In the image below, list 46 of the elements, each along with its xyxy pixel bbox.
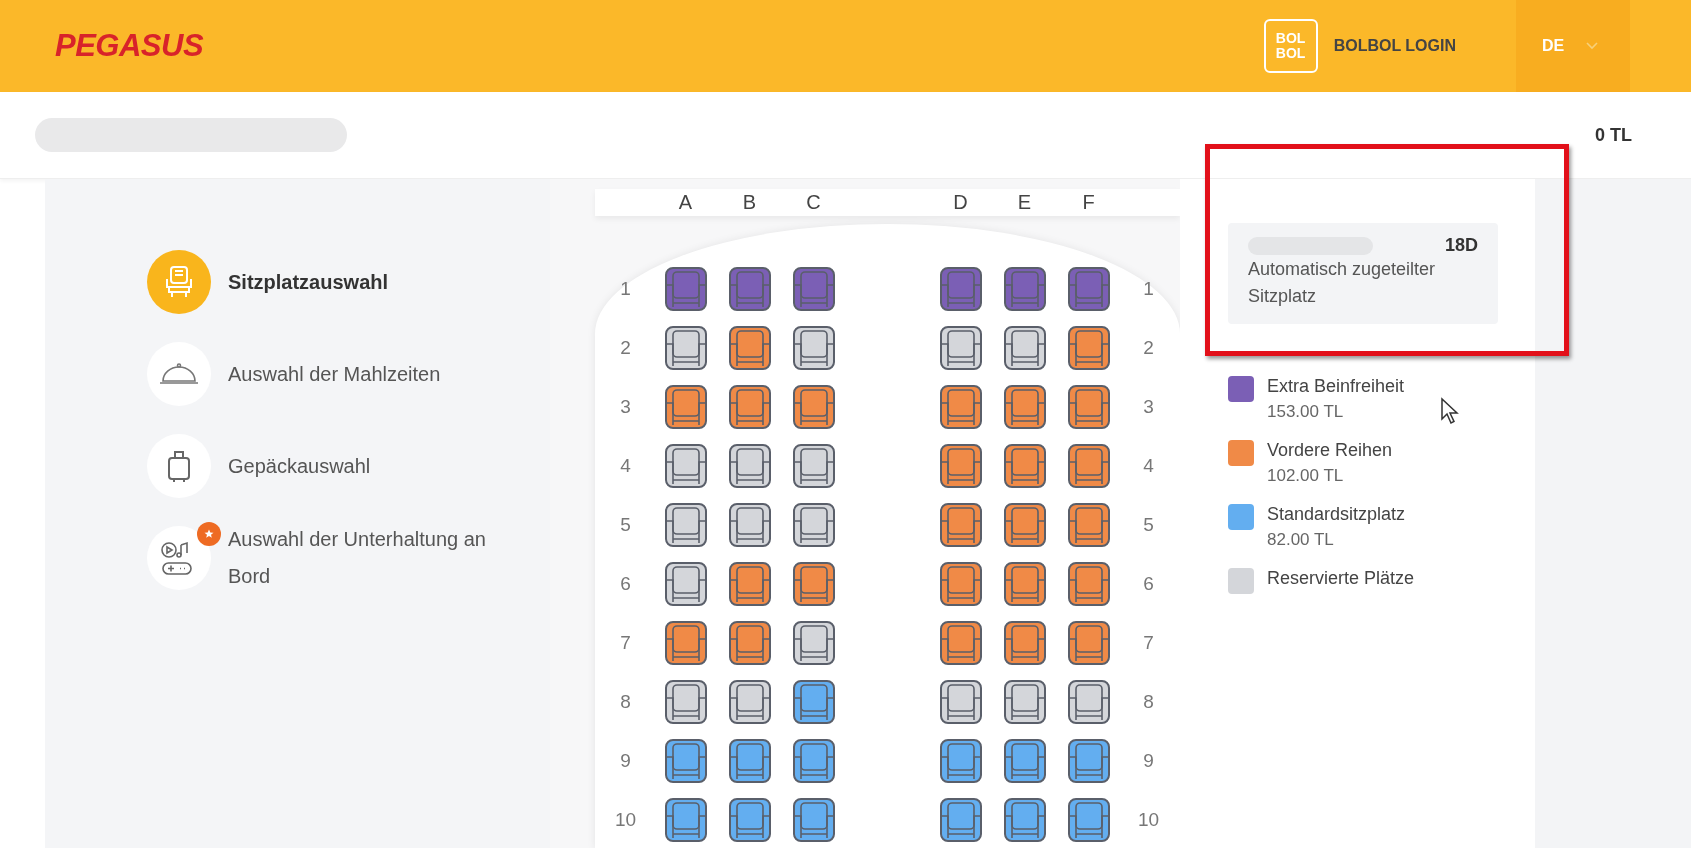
step-link[interactable]: Gepäckauswahl xyxy=(228,447,528,485)
legend-label: Reservierte Plätze xyxy=(1267,568,1415,589)
seat-column-letter: A xyxy=(677,191,694,214)
row-number: 4 xyxy=(619,454,632,477)
row-number: 3 xyxy=(619,395,632,418)
row-number: 6 xyxy=(1142,572,1155,595)
mouse-pointer-icon xyxy=(1440,397,1460,425)
chevron-down-icon xyxy=(1586,42,1599,50)
legend-label: Standardsitzplatz xyxy=(1267,504,1406,525)
row-number: 10 xyxy=(1136,808,1161,831)
seat-note: Automatisch zugeteilter Sitzplatz xyxy=(1248,258,1437,308)
cloche-icon xyxy=(159,362,199,386)
row-number: 7 xyxy=(1142,631,1155,654)
step-link[interactable]: Sitzplatzauswahl xyxy=(228,263,528,301)
row-number: 3 xyxy=(1142,395,1155,418)
seat-icon xyxy=(164,265,194,299)
seat-number: 18D xyxy=(1444,235,1478,256)
row-number: 10 xyxy=(613,808,638,831)
row-number: 9 xyxy=(1142,749,1155,772)
seat-column-letter: E xyxy=(1016,191,1033,214)
legend-label: Vordere Reihen xyxy=(1267,440,1393,461)
row-number: 2 xyxy=(1142,336,1155,359)
seat-column-letter: D xyxy=(952,191,969,214)
step-link[interactable]: Auswahl der Unterhaltung an Bord xyxy=(228,521,528,595)
step-link[interactable]: Auswahl der Mahlzeiten xyxy=(228,355,528,393)
legend-price: 102.00 TL xyxy=(1267,466,1345,486)
login-link[interactable]: BOLBOL LOGIN xyxy=(1333,37,1456,55)
seat-column-letter: B xyxy=(741,191,758,214)
row-number: 9 xyxy=(619,749,632,772)
row-number: 6 xyxy=(619,572,632,595)
row-number: 5 xyxy=(1142,513,1155,536)
row-number: 5 xyxy=(619,513,632,536)
legend-label: Extra Beinfreiheit xyxy=(1267,376,1405,397)
row-number: 7 xyxy=(619,631,632,654)
row-number: 8 xyxy=(1142,690,1155,713)
seat-column-letter: C xyxy=(805,191,822,214)
legend-price: 153.00 TL xyxy=(1267,402,1345,422)
legend-price: 82.00 TL xyxy=(1267,530,1335,550)
suitcase-icon xyxy=(166,449,192,483)
seat-column-letter: F xyxy=(1081,191,1096,214)
row-number: 4 xyxy=(1142,454,1155,477)
row-number: 2 xyxy=(619,336,632,359)
row-number: 1 xyxy=(1142,277,1155,300)
row-number: 8 xyxy=(619,690,632,713)
total-price: 0 TL xyxy=(1595,124,1632,146)
row-number: 1 xyxy=(619,277,632,300)
